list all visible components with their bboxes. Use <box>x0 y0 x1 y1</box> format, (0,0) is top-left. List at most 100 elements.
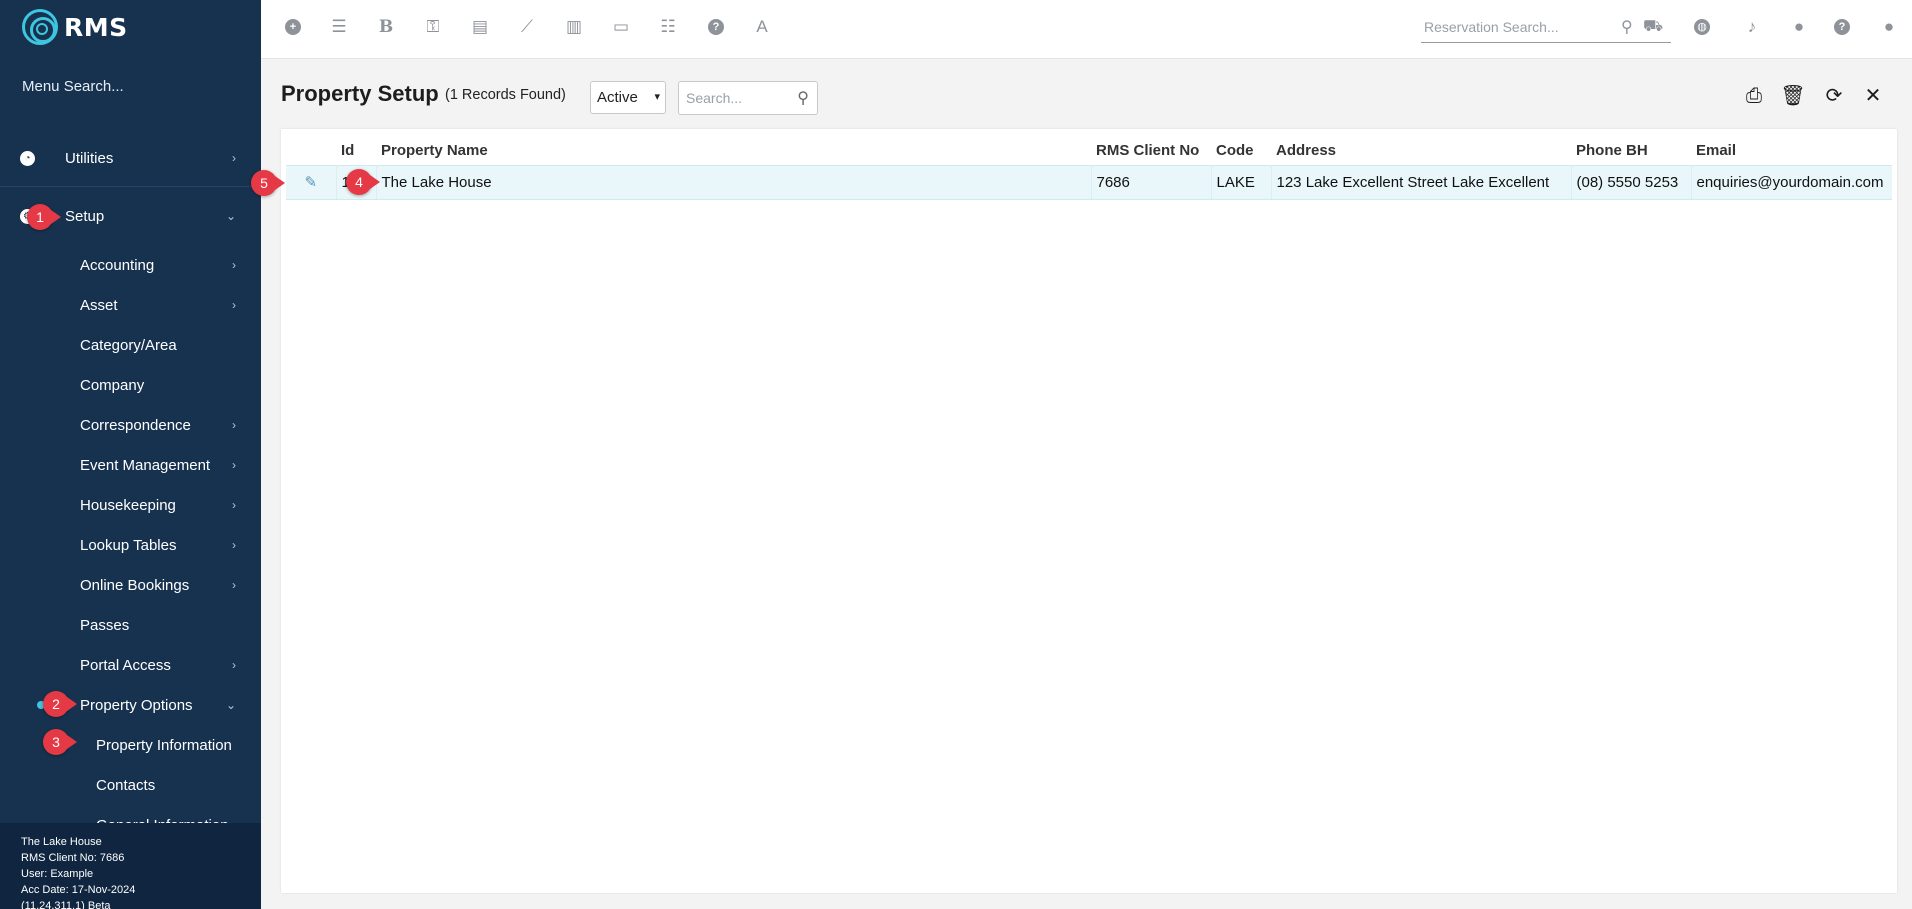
sidebar-item-label: Property Options <box>80 696 193 714</box>
sidebar-item-portal-access[interactable]: Portal Access › <box>0 645 261 685</box>
footer-property: The Lake House <box>21 836 102 848</box>
add-icon[interactable]: + <box>285 19 301 35</box>
utilities-icon: ◔ <box>20 150 35 166</box>
sidebar-item-label: Housekeeping <box>80 496 176 514</box>
checklist-icon[interactable]: ☷ <box>657 16 679 38</box>
sidebar-item-label: Category/Area <box>80 336 177 354</box>
column-rms-client-no[interactable]: RMS Client No <box>1091 134 1211 165</box>
sidebar-item-utilities[interactable]: ◔ Utilities › <box>0 132 261 184</box>
bold-b-icon[interactable]: B <box>375 16 397 38</box>
footer-acc-date: Acc Date: 17-Nov-2024 <box>21 884 136 896</box>
refresh-icon[interactable]: ⟳ <box>1821 83 1847 109</box>
table-header-row: Id Property Name RMS Client No Code Addr… <box>286 134 1892 165</box>
clipboard-icon[interactable]: ▤ <box>469 16 491 38</box>
search-icon[interactable]: ⚲ <box>797 88 809 108</box>
sidebar-item-label: Portal Access <box>80 656 171 674</box>
user-icon[interactable]: ● <box>1878 16 1900 38</box>
sidebar-item-label: Event Management <box>80 456 211 474</box>
chart-line-icon[interactable]: ⟋ <box>516 16 538 38</box>
sidebar-item-label: Passes <box>80 616 130 634</box>
sidebar-item-label: Utilities <box>65 149 114 167</box>
sidebar-item-event-management[interactable]: Event Management › <box>0 445 261 485</box>
search-icon[interactable]: ⚲ <box>1621 17 1633 37</box>
callout-badge: 2 <box>43 691 77 717</box>
sidebar: RMS Menu Search... ◔ Utilities › ⚙ Setup… <box>0 0 261 909</box>
cell-client-no: 7686 <box>1091 164 1212 200</box>
column-property-name[interactable]: Property Name <box>376 134 1091 165</box>
callout-badge: 1 <box>27 204 61 230</box>
sidebar-item-contacts[interactable]: Contacts <box>0 765 261 805</box>
help-icon[interactable]: ? <box>708 19 724 35</box>
callout-badge: 3 <box>43 729 77 755</box>
close-icon[interactable]: ✕ <box>1860 83 1886 109</box>
chevron-right-icon: › <box>232 578 236 592</box>
clipboard-list-icon[interactable]: ▥ <box>563 16 585 38</box>
status-filter-select[interactable]: Active ▾ <box>590 81 666 114</box>
table-row[interactable]: ✎ 1 The Lake House 7686 LAKE 123 Lake Ex… <box>286 164 1892 200</box>
divider <box>0 186 261 187</box>
cell-email: enquiries@yourdomain.com <box>1691 164 1892 200</box>
property-grid-panel: Id Property Name RMS Client No Code Addr… <box>281 129 1897 893</box>
column-email[interactable]: Email <box>1691 134 1892 165</box>
print-icon[interactable]: ⎙ <box>1741 83 1767 109</box>
help-icon[interactable]: ? <box>1834 19 1850 35</box>
grid-search-input[interactable] <box>679 82 789 114</box>
cash-register-icon[interactable]: ⚿ <box>422 16 444 38</box>
sidebar-item-category-area[interactable]: Category/Area <box>0 325 261 365</box>
sidebar-item-company[interactable]: Company <box>0 365 261 405</box>
chevron-right-icon: › <box>232 658 236 672</box>
sidebar-item-label: Correspondence <box>80 416 191 434</box>
money-check-icon[interactable]: ▭ <box>610 16 632 38</box>
sidebar-item-correspondence[interactable]: Correspondence › <box>0 405 261 445</box>
rms-logo[interactable]: RMS <box>22 8 128 46</box>
bell-icon[interactable]: ♪ <box>1741 16 1763 38</box>
sidebar-item-label: Contacts <box>96 776 156 794</box>
callout-badge: 4 <box>346 169 380 195</box>
edit-icon[interactable]: ✎ <box>286 164 337 200</box>
sidebar-item-property-options[interactable]: Property Options ⌄ <box>0 685 261 725</box>
column-phone-bh[interactable]: Phone BH <box>1571 134 1691 165</box>
sidebar-item-lookup-tables[interactable]: Lookup Tables › <box>0 525 261 565</box>
record-count: (1 Records Found) <box>445 87 566 103</box>
sidebar-item-accounting[interactable]: Accounting › <box>0 245 261 285</box>
font-a-icon[interactable]: A <box>751 16 773 38</box>
chevron-right-icon: › <box>232 498 236 512</box>
sidebar-item-label: Company <box>80 376 145 394</box>
chevron-right-icon: › <box>232 538 236 552</box>
column-id[interactable]: Id <box>336 134 376 165</box>
menu-search-input[interactable]: Menu Search... <box>22 78 124 95</box>
bed-icon[interactable]: ⛟ <box>1643 17 1663 37</box>
sidebar-item-label: Setup <box>65 207 105 225</box>
rms-logo-icon <box>22 9 58 45</box>
sidebar-item-label: Lookup Tables <box>80 536 177 554</box>
cell-property-name: The Lake House <box>376 164 1092 200</box>
page-title: Property Setup <box>281 81 439 106</box>
sidebar-item-online-bookings[interactable]: Online Bookings › <box>0 565 261 605</box>
chevron-right-icon: › <box>232 298 236 312</box>
chevron-down-icon: ⌄ <box>225 209 236 223</box>
globe-icon[interactable]: ◍ <box>1694 19 1710 35</box>
chevron-down-icon: ⌄ <box>225 698 236 712</box>
sidebar-item-housekeeping[interactable]: Housekeeping › <box>0 485 261 525</box>
sidebar-item-passes[interactable]: Passes <box>0 605 261 645</box>
reservation-search-input[interactable] <box>1421 13 1611 41</box>
sidebar-item-label: Online Bookings <box>80 576 190 594</box>
logo-text: RMS <box>64 12 128 42</box>
column-code[interactable]: Code <box>1211 134 1271 165</box>
cell-code: LAKE <box>1211 164 1272 200</box>
chevron-down-icon: ▾ <box>654 91 660 103</box>
delete-icon[interactable]: 🗑 <box>1780 83 1806 109</box>
sidebar-item-label: Accounting <box>80 256 155 274</box>
footer-version: (11.24.311.1) Beta <box>21 900 111 909</box>
property-table: Id Property Name RMS Client No Code Addr… <box>286 134 1892 200</box>
chevron-right-icon: › <box>232 458 236 472</box>
chat-icon[interactable]: ● <box>1788 16 1810 38</box>
sidebar-item-label: Asset <box>80 296 118 314</box>
cell-address: 123 Lake Excellent Street Lake Excellent <box>1271 164 1572 200</box>
sidebar-item-property-information[interactable]: Property Information <box>0 725 261 765</box>
callout-badge: 5 <box>251 170 285 196</box>
sidebar-footer: The Lake House RMS Client No: 7686 User:… <box>0 823 261 909</box>
sliders-icon[interactable]: ☰ <box>328 16 350 38</box>
sidebar-item-asset[interactable]: Asset › <box>0 285 261 325</box>
column-address[interactable]: Address <box>1271 134 1571 165</box>
